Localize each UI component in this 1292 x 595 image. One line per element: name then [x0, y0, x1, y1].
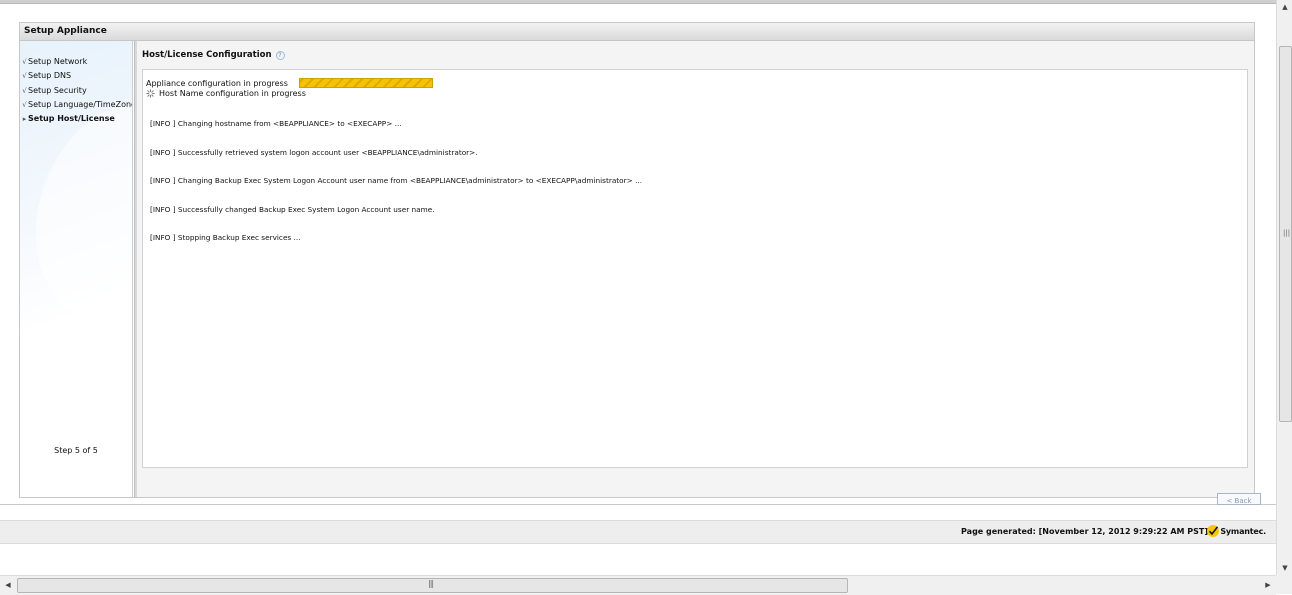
- check-icon: √: [22, 86, 27, 95]
- sidebar: √ Setup Network √ Setup DNS √ Setup Secu…: [20, 41, 133, 497]
- current-step-icon: ▸: [22, 115, 27, 124]
- scroll-up-arrow-icon[interactable]: ▲: [1277, 0, 1292, 14]
- check-icon: √: [22, 101, 27, 110]
- setup-panel: Setup Appliance √ Setup Network √ Setup …: [19, 22, 1261, 505]
- section-title-text: Host/License Configuration: [142, 50, 272, 60]
- horizontal-scrollbar[interactable]: ◀ ||| ▶: [0, 575, 1276, 595]
- scroll-down-arrow-icon[interactable]: ▼: [1277, 561, 1292, 575]
- spinner-icon: [146, 89, 155, 98]
- check-icon: √: [22, 72, 27, 81]
- vertical-scroll-thumb[interactable]: |||: [1279, 46, 1292, 422]
- sidebar-item-setup-network[interactable]: √ Setup Network: [21, 55, 132, 69]
- vertical-scrollbar[interactable]: ▲ ||| ▼: [1276, 0, 1292, 575]
- brand-name: Symantec.: [1220, 526, 1266, 536]
- horizontal-scroll-thumb[interactable]: |||: [17, 578, 848, 593]
- sidebar-item-label: Setup Security: [28, 85, 87, 95]
- progress-label: Appliance configuration in progress: [146, 78, 288, 88]
- sidebar-item-label: Setup Network: [28, 57, 88, 67]
- help-icon[interactable]: ?: [275, 50, 285, 60]
- progress-bar: [298, 78, 433, 88]
- sidebar-item-label: Setup DNS: [28, 71, 72, 81]
- sidebar-item-setup-dns[interactable]: √ Setup DNS: [21, 69, 132, 83]
- sidebar-item-label: Setup Language/TimeZone: [28, 100, 133, 110]
- symantec-logo: Symantec.: [1207, 525, 1266, 537]
- sidebar-steps: √ Setup Network √ Setup DNS √ Setup Secu…: [21, 55, 133, 126]
- section-title: Host/License Configuration ?: [142, 50, 285, 60]
- sub-status-text: Host Name configuration in progress: [159, 89, 306, 98]
- step-indicator: Step 5 of 5: [54, 446, 98, 455]
- page-generated-text: Page generated: [November 12, 2012 9:29:…: [961, 527, 1208, 536]
- scrollbar-corner: [1276, 575, 1292, 594]
- log-line: [INFO ] Stopping Backup Exec services ..…: [150, 233, 301, 242]
- grip-icon: |||: [1283, 229, 1291, 237]
- sidebar-item-label: Setup Host/License: [28, 114, 115, 124]
- log-line: [INFO ] Successfully retrieved system lo…: [150, 147, 478, 157]
- sidebar-item-setup-security[interactable]: √ Setup Security: [21, 84, 132, 98]
- check-icon: √: [22, 58, 27, 67]
- sub-status-row: Host Name configuration in progress: [146, 89, 306, 98]
- scroll-left-arrow-icon[interactable]: ◀: [0, 576, 16, 595]
- progress-log-box: Appliance configuration in progress Host…: [142, 69, 1248, 468]
- sidebar-item-setup-language-timezone[interactable]: √ Setup Language/TimeZone: [21, 98, 133, 112]
- back-button[interactable]: < Back: [1217, 493, 1261, 505]
- sidebar-item-setup-host-license[interactable]: ▸ Setup Host/License: [21, 112, 132, 126]
- grip-icon: |||: [428, 579, 434, 588]
- footer-bar: Page generated: [November 12, 2012 9:29:…: [0, 520, 1276, 544]
- checkmark-logo-icon: [1207, 525, 1220, 537]
- log-line: [INFO ] Changing Backup Exec System Logo…: [150, 176, 643, 185]
- log-line: [INFO ] Successfully changed Backup Exec…: [150, 204, 435, 214]
- log-line: [INFO ] Changing hostname from <BEAPPLIA…: [150, 119, 402, 128]
- main-content: Host/License Configuration ? Appliance c…: [137, 41, 1261, 505]
- log-output: [INFO ] Changing hostname from <BEAPPLIA…: [150, 100, 642, 262]
- panel-title: Setup Appliance: [20, 23, 1254, 41]
- page-area: Setup Appliance √ Setup Network √ Setup …: [0, 4, 1276, 505]
- scroll-right-arrow-icon[interactable]: ▶: [1260, 576, 1276, 595]
- progress-fill: [299, 79, 432, 87]
- progress-row: Appliance configuration in progress: [146, 78, 433, 88]
